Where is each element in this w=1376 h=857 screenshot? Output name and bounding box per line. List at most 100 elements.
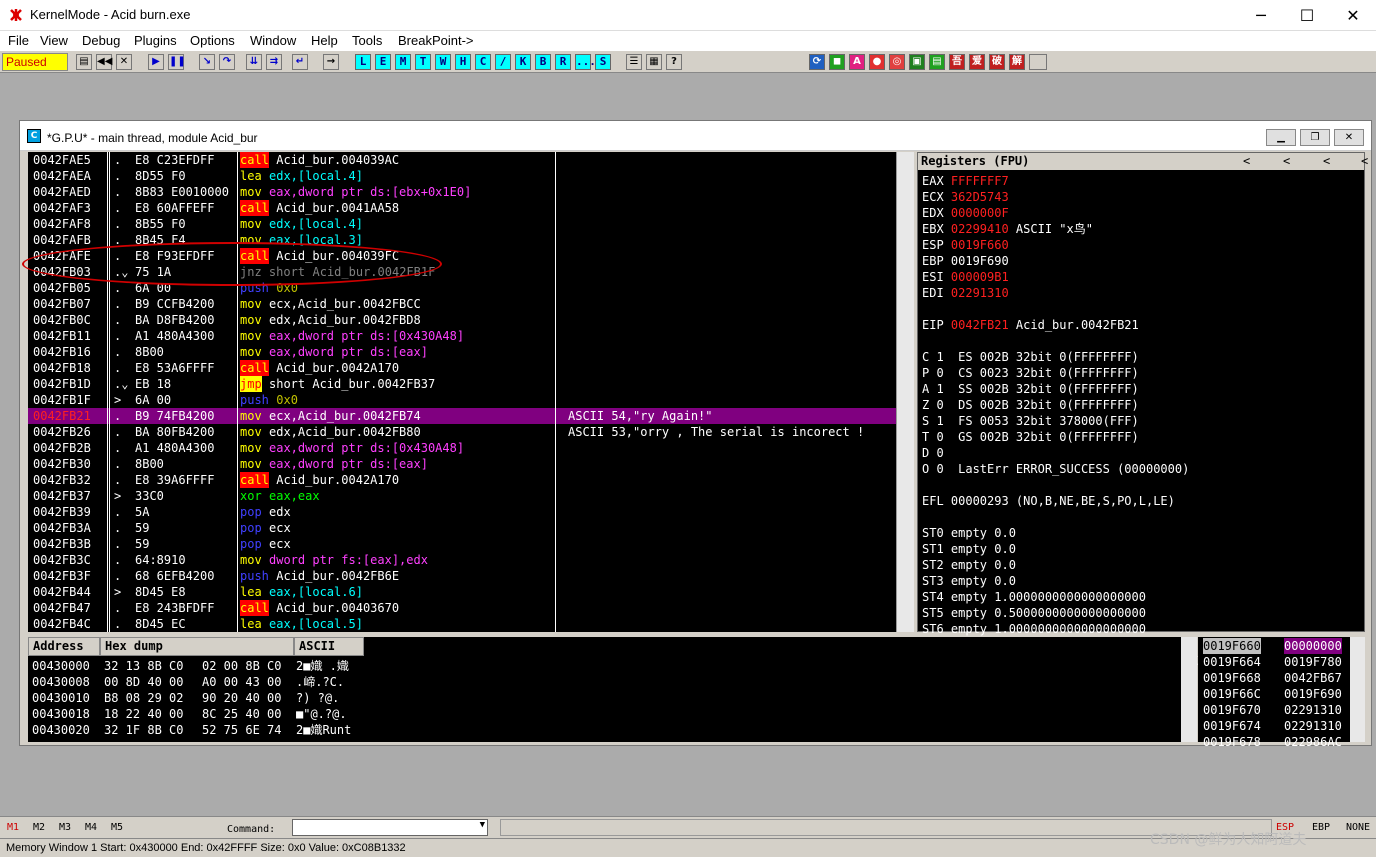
disasm-row[interactable]: 0042FB3B. 59 pop ecx bbox=[28, 536, 896, 552]
stack-row[interactable]: 0019F664 0019F780 bbox=[1198, 654, 1365, 670]
dump-col-ascii[interactable]: ASCII bbox=[294, 637, 364, 656]
dump-col-address[interactable]: Address bbox=[28, 637, 100, 656]
disasm-row[interactable]: 0042FAFE. E8 F93EFDFF call Acid_bur.004039F… bbox=[28, 248, 896, 264]
disasm-row[interactable]: 0042FAFB. 8B45 F4 mov eax,[local.3] bbox=[28, 232, 896, 248]
mark-m3[interactable]: M3 bbox=[59, 822, 71, 833]
disasm-row[interactable]: 0042FB16. 8B00 mov eax,dword ptr ds:[eax] bbox=[28, 344, 896, 360]
disassembly-pane[interactable]: 0042FAE5. E8 C23EFDFF call Acid_bur.004039A… bbox=[28, 152, 896, 632]
menu-help[interactable]: Help bbox=[311, 33, 338, 48]
none-button[interactable]: NONE bbox=[1346, 822, 1370, 833]
disasm-row[interactable]: 0042FB47. E8 243BFDFF call Acid_bur.0040367… bbox=[28, 600, 896, 616]
dump-col-hex[interactable]: Hex dump bbox=[100, 637, 294, 656]
disasm-row[interactable]: 0042FB44 >8D45 E8 lea eax,[local.6] bbox=[28, 584, 896, 600]
disasm-row[interactable]: 0042FB03 .⌄ 75 1A jnz short Acid_bur.0042FB1… bbox=[28, 264, 896, 280]
menu-breakpoint[interactable]: BreakPoint-> bbox=[398, 33, 474, 48]
stack-row[interactable]: 0019F66C 0019F690 bbox=[1198, 686, 1365, 702]
stack-row[interactable]: 0019F660 00000000 bbox=[1198, 638, 1365, 654]
execute-till-return-icon[interactable]: ↵ bbox=[292, 54, 308, 70]
cpu-close-button[interactable]: ✕ bbox=[1334, 129, 1364, 146]
dump-row[interactable]: 00430000 32 13 8B C0 02 00 8B C0 2■嬂 .嬂 bbox=[28, 658, 378, 674]
disasm-row[interactable]: 0042FB3F. 68 6EFB4200 push Acid_bur.0042FB6… bbox=[28, 568, 896, 584]
close-button[interactable]: ✕ bbox=[1330, 0, 1376, 31]
stack-row[interactable]: 0019F674 02291310 bbox=[1198, 718, 1365, 734]
disasm-row[interactable]: 0042FB3C. 64:8910 mov dword ptr fs:[eax],ed… bbox=[28, 552, 896, 568]
toolbar-C[interactable]: C bbox=[475, 54, 491, 70]
registers-pane[interactable]: Registers (FPU) < < < < EAX FFFFFFF7 ECX … bbox=[917, 152, 1368, 668]
open-icon[interactable]: ▤ bbox=[76, 54, 92, 70]
rewind-icon[interactable]: ◀◀ bbox=[96, 54, 112, 70]
close-icon[interactable]: ✕ bbox=[116, 54, 132, 70]
disasm-row[interactable]: 0042FB1F >6A 00 push 0x0 bbox=[28, 392, 896, 408]
disassembly-scrollbar[interactable] bbox=[896, 152, 914, 632]
toolbar-jie[interactable]: 解 bbox=[1009, 54, 1025, 70]
grid-icon[interactable]: ▦ bbox=[646, 54, 662, 70]
stack-row[interactable]: 0019F668 0042FB67 bbox=[1198, 670, 1365, 686]
toolbar-R[interactable]: R bbox=[555, 54, 571, 70]
toolbar-B[interactable]: B bbox=[535, 54, 551, 70]
disasm-row[interactable]: 0042FB1D .⌄ EB 18 jmp short Acid_bur.0042FB3… bbox=[28, 376, 896, 392]
menu-file[interactable]: File bbox=[8, 33, 29, 48]
disasm-row[interactable]: 0042FB39. 5A pop edx bbox=[28, 504, 896, 520]
disasm-row[interactable]: 0042FAF8. 8B55 F0 mov edx,[local.4] bbox=[28, 216, 896, 232]
mark-m1[interactable]: M1 bbox=[7, 822, 19, 833]
plugin-c-icon[interactable]: ● bbox=[869, 54, 885, 70]
toolbar-H[interactable]: H bbox=[455, 54, 471, 70]
reg-left-arrow-3[interactable]: < bbox=[1323, 153, 1330, 170]
toolbar-slash[interactable]: / bbox=[495, 54, 511, 70]
memory-dump-pane[interactable]: Address Hex dump ASCII 00430000 32 13 8B … bbox=[28, 637, 1181, 742]
ebp-button[interactable]: EBP bbox=[1312, 822, 1330, 833]
cpu-restore-button[interactable]: ❐ bbox=[1300, 129, 1330, 146]
command-input[interactable]: ▼ bbox=[292, 819, 488, 836]
menu-plugins[interactable]: Plugins bbox=[134, 33, 177, 48]
stack-row[interactable]: 0019F678 022986AC bbox=[1198, 734, 1365, 750]
chevron-down-icon[interactable]: ▼ bbox=[480, 820, 485, 830]
disasm-row[interactable]: 0042FB2B. A1 480A4300 mov eax,dword ptr ds:… bbox=[28, 440, 896, 456]
disasm-row[interactable]: 0042FAE5. E8 C23EFDFF call Acid_bur.004039A… bbox=[28, 152, 896, 168]
mark-m4[interactable]: M4 bbox=[85, 822, 97, 833]
disasm-row[interactable]: 0042FAEA. 8D55 F0 lea edx,[local.4] bbox=[28, 168, 896, 184]
list-icon[interactable]: ☰ bbox=[626, 54, 642, 70]
reg-left-arrow-2[interactable]: < bbox=[1283, 153, 1290, 170]
disasm-row[interactable]: 0042FAED. 8B83 E0010000 mov eax,dword ptr d… bbox=[28, 184, 896, 200]
dump-row[interactable]: 00430018 18 22 40 00 8C 25 40 00 ■"@.?@. bbox=[28, 706, 378, 722]
plugin-e-icon[interactable]: ▤ bbox=[929, 54, 945, 70]
toolbar-K[interactable]: K bbox=[515, 54, 531, 70]
trace-over-icon[interactable]: ⇉ bbox=[266, 54, 282, 70]
goto-icon[interactable]: → bbox=[323, 54, 339, 70]
toolbar-wu[interactable]: 吾 bbox=[949, 54, 965, 70]
disasm-row[interactable]: 0042FB32. E8 39A6FFFF call Acid_bur.0042A17… bbox=[28, 472, 896, 488]
maximize-button[interactable]: ☐ bbox=[1284, 0, 1330, 31]
menu-tools[interactable]: Tools bbox=[352, 33, 382, 48]
target-icon[interactable]: ◎ bbox=[889, 54, 905, 70]
disasm-row[interactable]: 0042FB4C. 8D45 EC lea eax,[local.5] bbox=[28, 616, 896, 632]
plugin-b-icon[interactable]: A bbox=[849, 54, 865, 70]
toolbar-po[interactable]: 破 bbox=[989, 54, 1005, 70]
dump-row[interactable]: 00430020 32 1F 8B C0 52 75 6E 74 2■嬂Runt bbox=[28, 722, 378, 738]
disasm-row[interactable]: 0042FB07. B9 CCFB4200 mov ecx,Acid_bur.0042… bbox=[28, 296, 896, 312]
toolbar-E[interactable]: E bbox=[375, 54, 391, 70]
disasm-row[interactable]: 0042FB37 >33C0 xor eax,eax bbox=[28, 488, 896, 504]
menu-view[interactable]: View bbox=[40, 33, 68, 48]
help-icon[interactable]: ? bbox=[666, 54, 682, 70]
menu-window[interactable]: Window bbox=[250, 33, 296, 48]
disasm-row[interactable]: 0042FB21. B9 74FB4200 mov ecx,Acid_bur.0042… bbox=[28, 408, 896, 424]
disasm-row[interactable]: 0042FB3A. 59 pop ecx bbox=[28, 520, 896, 536]
cpu-minimize-button[interactable]: ▁ bbox=[1266, 129, 1296, 146]
dump-row[interactable]: 00430008 00 8D 40 00 A0 00 43 00 .崹.?C. bbox=[28, 674, 378, 690]
disasm-row[interactable]: 0042FB05. 6A 00 push 0x0 bbox=[28, 280, 896, 296]
plugin-d-icon[interactable]: ▣ bbox=[909, 54, 925, 70]
stack-scrollbar[interactable] bbox=[1350, 637, 1365, 742]
reg-left-arrow-4[interactable]: < bbox=[1361, 153, 1368, 170]
menu-options[interactable]: Options bbox=[190, 33, 235, 48]
toolbar-L[interactable]: L bbox=[355, 54, 371, 70]
step-over-icon[interactable]: ↷ bbox=[219, 54, 235, 70]
dump-scrollbar[interactable] bbox=[1181, 637, 1197, 742]
stack-row[interactable]: 0019F670 02291310 bbox=[1198, 702, 1365, 718]
step-into-icon[interactable]: ↘ bbox=[199, 54, 215, 70]
refresh-icon[interactable]: ⟳ bbox=[809, 54, 825, 70]
run-icon[interactable]: ▶ bbox=[148, 54, 164, 70]
disasm-row[interactable]: 0042FB11. A1 480A4300 mov eax,dword ptr ds:… bbox=[28, 328, 896, 344]
mark-m5[interactable]: M5 bbox=[111, 822, 123, 833]
plugin-a-icon[interactable]: ◼ bbox=[829, 54, 845, 70]
disasm-row[interactable]: 0042FB26. BA 80FB4200 mov edx,Acid_bur.0042… bbox=[28, 424, 896, 440]
